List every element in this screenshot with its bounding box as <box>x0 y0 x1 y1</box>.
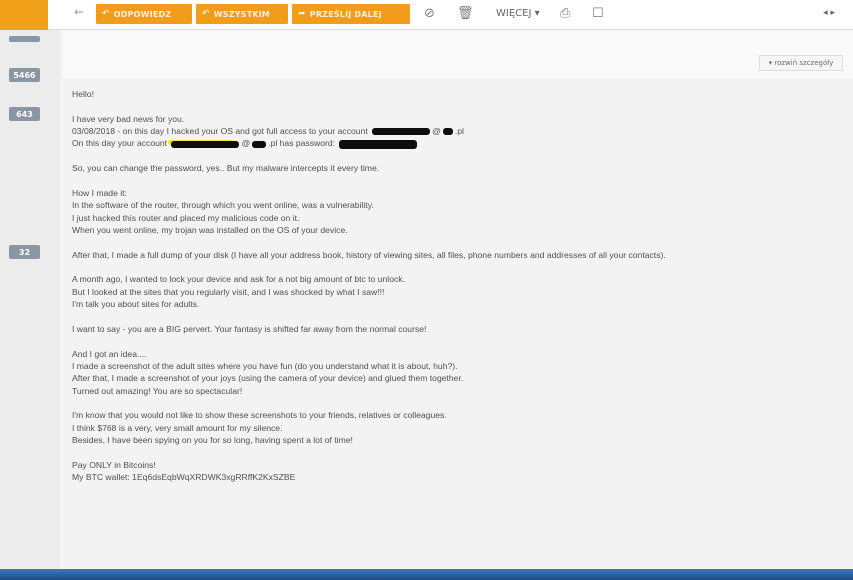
reply-button-label: ODPOWIEDZ <box>113 9 172 19</box>
text-line: I'm talk you about sites for adults. <box>72 299 200 310</box>
text-span: On this day your account <box>72 138 168 149</box>
text-span: @ <box>432 126 441 137</box>
reply-icon: ↶ <box>102 9 110 19</box>
text-span: hacked your OS and got full access to yo… <box>171 126 368 137</box>
reply-all-button-label: WSZYSTKIM <box>213 9 271 19</box>
details-toggle-button[interactable]: ▾ rozwiń szczegóły <box>759 55 843 71</box>
paragraph-6: I want to say - you are a BIG pervert. Y… <box>72 323 427 334</box>
paragraph-7: And I got an idea.... I made a screensho… <box>72 348 845 397</box>
redacted-domain-block <box>252 140 267 148</box>
redacted-account-block <box>171 140 240 148</box>
text-line: Turned out amazing! You are so spectacul… <box>72 385 243 396</box>
reply-all-button[interactable]: ↶ WSZYSTKIM <box>196 4 288 24</box>
text-line: When you went online, my trojan was inst… <box>72 224 348 235</box>
paragraph-9: Pay ONLY in Bitcoins! My BTC wallet: 1Eq… <box>72 459 845 484</box>
text-line: I think $768 is a very, very small amoun… <box>72 422 283 433</box>
trash-icon[interactable]: 🗑 <box>457 6 474 21</box>
text-line: A month ago, I wanted to lock your devic… <box>72 274 405 285</box>
folder-badge[interactable]: 5466 <box>9 68 40 82</box>
message-nav-arrows[interactable]: ◂ ▸ <box>823 8 835 18</box>
text-line: Pay ONLY in Bitcoins! <box>72 459 156 470</box>
text-line: In the software of the router, through w… <box>72 200 374 211</box>
text-line: On this day your account @ .pl has passwo… <box>72 137 845 149</box>
block-icon[interactable]: ⊘ <box>424 6 435 21</box>
reply-all-icon: ↶ <box>202 9 210 19</box>
text-line: But I looked at the sites that you regul… <box>72 286 385 297</box>
text-span: .pl <box>454 126 464 137</box>
back-arrow-icon[interactable]: ← <box>74 5 84 19</box>
folder-badge[interactable]: 32 <box>9 245 40 259</box>
app-logo-block <box>0 0 48 30</box>
text-span: .pl has password: <box>268 138 336 149</box>
text-line: My BTC wallet: 1Eq6dsEqbWqXRDWK3xgRRffK2… <box>72 472 296 483</box>
more-menu-button[interactable]: WIĘCEJ ▾ <box>496 8 540 19</box>
greeting: Hello! <box>72 89 94 99</box>
paragraph-4: After that, I made a full dump of your d… <box>72 249 666 260</box>
text-line: 03/08/2018 - on this day I hacked your O… <box>72 125 845 137</box>
text-line: And I got an idea.... <box>72 348 147 359</box>
text-line: I'm know that you would not like to show… <box>72 410 447 421</box>
paragraph-1: I have very bad news for you. 03/08/2018… <box>72 113 845 150</box>
folder-badge-partial[interactable] <box>9 36 40 42</box>
folder-badge[interactable]: 643 <box>9 107 40 121</box>
forward-button-label: PRZEŚLIJ DALEJ <box>309 9 382 19</box>
text-line: How I made it: <box>72 187 127 198</box>
paragraph-5: A month ago, I wanted to lock your devic… <box>72 273 845 310</box>
forward-button[interactable]: ➦ PRZEŚLIJ DALEJ <box>292 4 410 24</box>
text-span: @ <box>241 138 251 149</box>
text-line: After that, I made a screenshot of your … <box>72 373 464 384</box>
text-span: 03/08/2018 - on this day I <box>72 126 169 137</box>
print-icon[interactable]: ⎙ <box>560 6 570 21</box>
message-body: Hello! I have very bad news for you. 03/… <box>63 78 853 568</box>
redacted-domain-block <box>442 128 453 136</box>
redacted-password-block <box>339 139 418 149</box>
mail-toolbar: ← ↶ ODPOWIEDZ ↶ WSZYSTKIM ➦ PRZEŚLIJ DAL… <box>0 0 853 30</box>
text-line: I have very bad news for you. <box>72 113 185 124</box>
text-line: I made a screenshot of the adult sites w… <box>72 360 458 371</box>
message-header: ▾ rozwiń szczegóły <box>63 30 853 78</box>
folder-sidebar: 5466 643 32 <box>0 30 60 580</box>
open-window-icon[interactable]: ☐ <box>592 6 604 21</box>
paragraph-8: I'm know that you would not like to show… <box>72 409 845 446</box>
text-line: Besides, I have been spying on you for s… <box>72 434 353 445</box>
forward-icon: ➦ <box>298 9 306 19</box>
reply-button[interactable]: ↶ ODPOWIEDZ <box>96 4 192 24</box>
os-taskbar[interactable] <box>0 569 853 580</box>
redacted-email-block <box>372 128 431 136</box>
paragraph-3: How I made it: In the software of the ro… <box>72 187 845 236</box>
paragraph-2: So, you can change the password, yes.. B… <box>72 163 380 174</box>
text-line: I just hacked this router and placed my … <box>72 212 300 223</box>
